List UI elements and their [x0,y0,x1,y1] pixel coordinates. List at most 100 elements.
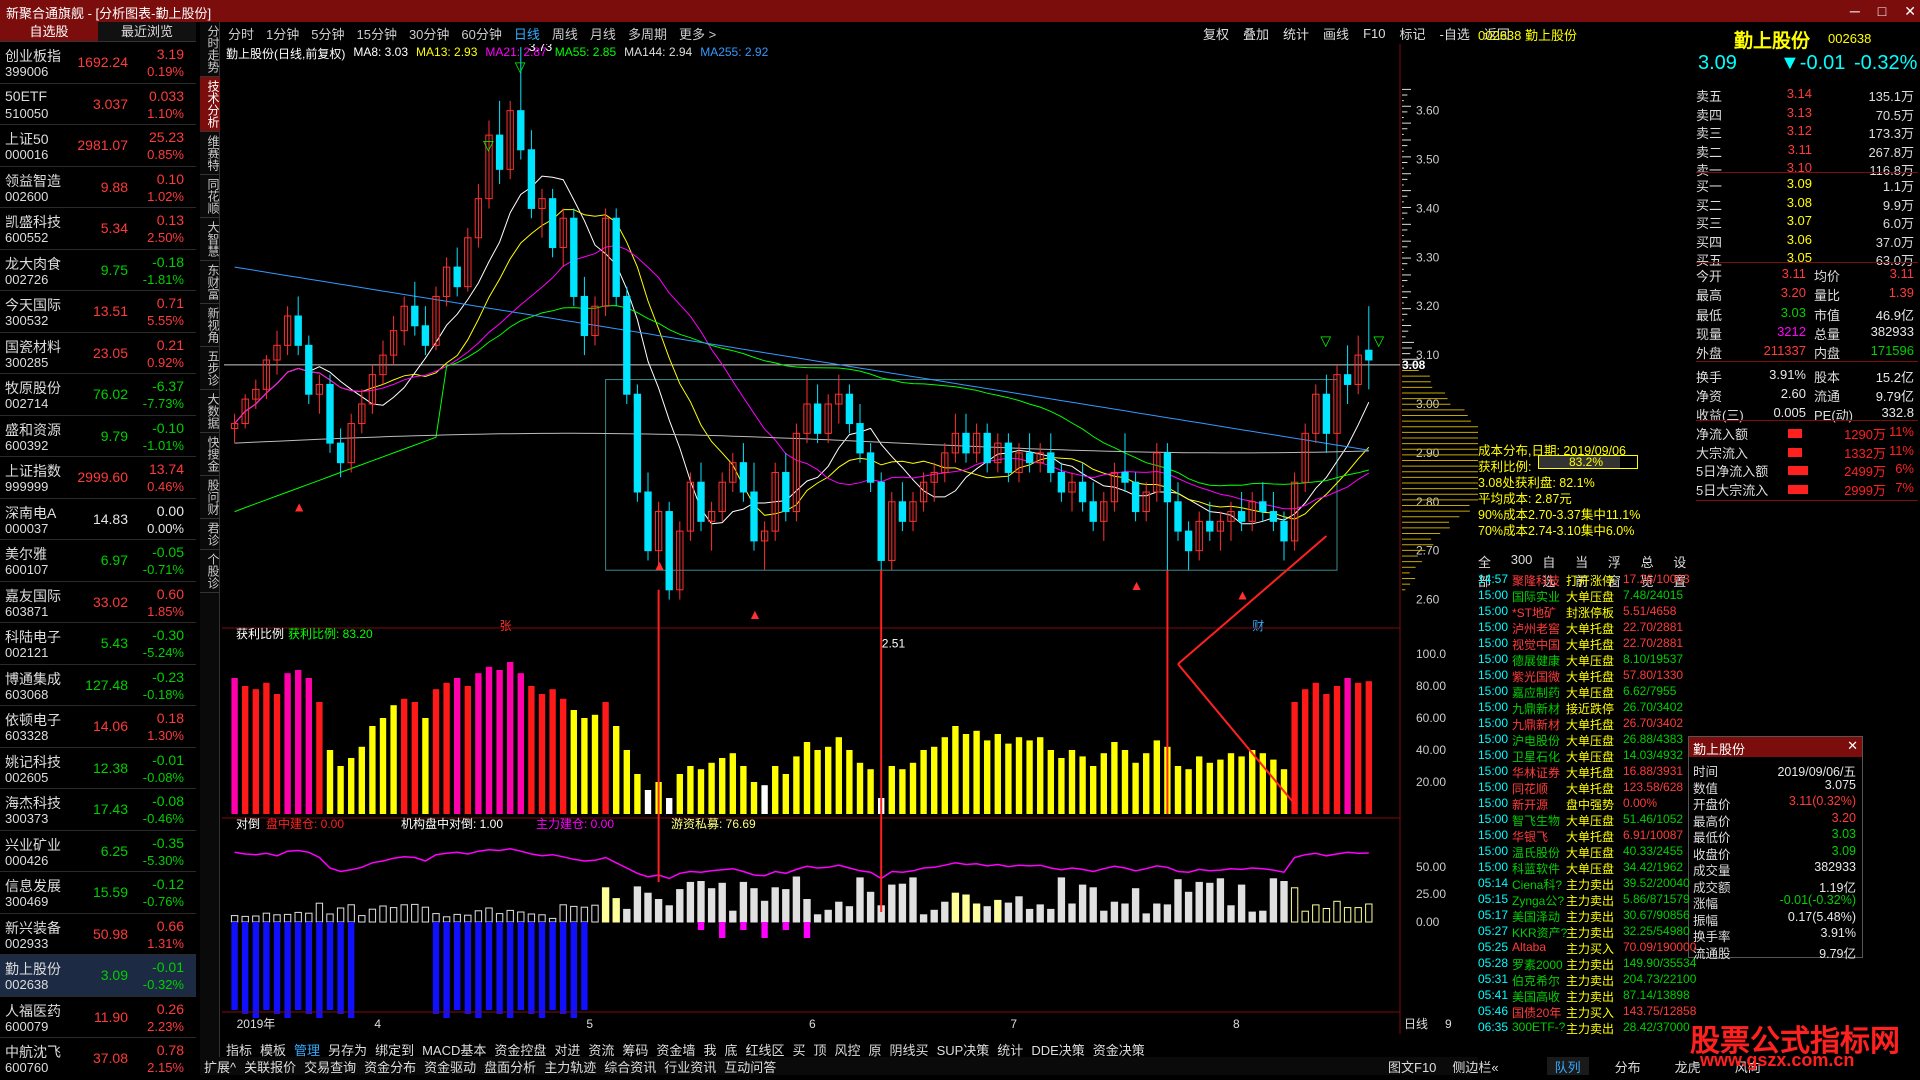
radar-row[interactable]: 15:00 华银飞 大单托盘 6.91/10087 [1478,828,1696,844]
indicator-button[interactable]: MACD基本 [418,1040,490,1058]
tool-button[interactable]: 画线 [1316,24,1356,43]
tool-button[interactable]: 标记 [1392,24,1432,43]
indicator-button[interactable]: 资金控盘 [490,1040,550,1058]
tool-button[interactable]: 复权 [1196,24,1236,43]
left-tab[interactable]: 个股诊 [200,550,220,593]
watchlist-row[interactable]: 新兴装备 002933 50.98 0.66 1.31% [0,914,196,955]
period-button[interactable]: 分时 [222,24,260,43]
watchlist-row[interactable]: 姚记科技 002605 12.38 -0.01 -0.08% [0,748,196,789]
indicator-button[interactable]: 另存为 [324,1040,371,1058]
radar-row[interactable]: 15:00 华林证券 大单托盘 16.88/3931 [1478,764,1696,780]
tool-button[interactable]: 统计 [1276,24,1316,43]
radar-row[interactable]: 05:27 KKR资产? 主力卖出 32.25/54980 [1478,924,1696,940]
left-tab[interactable]: 东财富 [200,261,220,304]
watchlist-row[interactable]: 人福医药 600079 11.90 0.26 2.23% [0,997,196,1038]
radar-tab[interactable]: 300 [1511,552,1533,570]
status-button[interactable]: 资金驱动 [420,1057,480,1075]
watchlist-row[interactable]: 依顿电子 603328 14.06 0.18 1.30% [0,706,196,748]
left-tab[interactable]: 快搜金 [200,433,220,476]
indicator-button[interactable]: 红线区 [741,1040,788,1058]
radar-row[interactable]: 05:15 Zynga公? 主力卖出 5.86/871579 [1478,892,1696,908]
indicator-button[interactable]: 阴线买 [886,1040,933,1058]
maximize-icon[interactable]: □ [1878,3,1886,19]
radar-row[interactable]: 15:00 卫星石化 大单压盘 14.03/4932 [1478,748,1696,764]
status-right-button[interactable]: 图文F10 [1380,1057,1444,1075]
left-tab[interactable]: 君诊 [200,519,220,550]
kline-chart[interactable]: 3.603.503.403.303.203.103.002.902.802.70… [222,44,1478,1040]
radar-row[interactable]: 15:00 九鼎新材 大单托盘 26.70/3402 [1478,716,1696,732]
period-button[interactable]: 30分钟 [403,24,455,43]
radar-row[interactable]: 15:00 温氏股份 大单压盘 40.33/2455 [1478,844,1696,860]
radar-row[interactable]: 15:00 新开源 盘中强势 0.00% [1478,796,1696,812]
period-button[interactable]: 日线 [508,24,546,43]
indicator-button[interactable]: 管理 [290,1040,324,1058]
radar-row[interactable]: 05:46 国债20年 主力买入 143.75/12858 [1478,1004,1696,1020]
status-button[interactable]: 盘面分析 [480,1057,540,1075]
watchlist-row[interactable]: 上证指数 999999 2999.60 13.74 0.46% [0,457,196,499]
watchlist-row[interactable]: 勤上股份 002638 3.09 -0.01 -0.32% [0,955,196,997]
indicator-button[interactable]: 底 [720,1040,741,1058]
radar-row[interactable]: 05:28 罗素2000 主力卖出 149.90/35534 [1478,956,1696,972]
radar-tab[interactable]: 自选 [1542,552,1565,589]
radar-row[interactable]: 15:00 德展健康 大单压盘 8.10/19537 [1478,652,1696,668]
left-tab[interactable]: 同花顺 [200,175,220,218]
status-button[interactable]: 扩展^ [200,1057,240,1075]
right-tab[interactable]: 分布 [1607,1057,1649,1075]
status-button[interactable]: 资金分布 [360,1057,420,1075]
watchlist-row[interactable]: 美尔雅 600107 6.97 -0.05 -0.71% [0,540,196,582]
indicator-button[interactable]: 资金决策 [1089,1040,1149,1058]
watchlist-row[interactable]: 国瓷材料 300285 23.05 0.21 0.92% [0,333,196,374]
period-button[interactable]: 1分钟 [260,24,305,43]
period-button[interactable]: 60分钟 [455,24,507,43]
radar-tab[interactable]: 全部 [1478,552,1501,589]
status-button[interactable]: 互动问答 [720,1057,780,1075]
minimize-icon[interactable]: ─ [1850,3,1860,19]
indicator-button[interactable]: 买 [788,1040,809,1058]
left-tab[interactable]: 技术分析 [200,77,220,132]
status-button[interactable]: 关联报价 [240,1057,300,1075]
radar-row[interactable]: 05:17 美国泽动 主力卖出 30.67/90856 [1478,908,1696,924]
radar-row[interactable]: 15:00 同花顺 大单托盘 123.58/628 [1478,780,1696,796]
radar-row[interactable]: 15:00 国际实业 大单压盘 7.48/24015 [1478,588,1696,604]
tab-watchlist[interactable]: 自选股 [0,22,98,41]
watchlist-row[interactable]: 龙大肉食 002726 9.75 -0.18 -1.81% [0,250,196,291]
watchlist-row[interactable]: 信息发展 300469 15.59 -0.12 -0.76% [0,872,196,914]
indicator-button[interactable]: 筹码 [618,1040,652,1058]
radar-row[interactable]: 06:35 300ETF-? 主力卖出 28.42/37000 [1478,1020,1696,1036]
left-tab[interactable]: 分时走势 [200,22,220,77]
radar-row[interactable]: 05:14 Ciena科? 主力卖出 39.52/20040 [1478,876,1696,892]
watchlist-row[interactable]: 领益智造 002600 9.88 0.10 1.02% [0,167,196,208]
radar-row[interactable]: 15:00 视觉中国 大单托盘 22.70/2881 [1478,636,1696,652]
radar-row[interactable]: 15:00 紫光国微 大单托盘 57.80/1330 [1478,668,1696,684]
left-tab[interactable]: 新视角 [200,304,220,347]
indicator-button[interactable]: 指标 [222,1040,256,1058]
status-right-button[interactable]: 侧边栏« [1444,1057,1506,1075]
tab-recent[interactable]: 最近浏览 [98,22,196,41]
indicator-button[interactable]: 资金墙 [652,1040,699,1058]
tool-button[interactable]: 叠加 [1236,24,1276,43]
watchlist-row[interactable]: 牧原股份 002714 76.02 -6.37 -7.73% [0,374,196,416]
left-tab[interactable]: 股问财 [200,476,220,519]
watchlist-row[interactable]: 中航沈飞 600760 37.08 0.78 2.15% [0,1038,196,1072]
indicator-button[interactable]: 顶 [810,1040,831,1058]
radar-row[interactable]: 14:57 聚隆科技 打开涨停 17.26/10003 [1478,572,1696,588]
status-button[interactable]: 主力轨迹 [540,1057,600,1075]
radar-row[interactable]: 05:25 Altaba 主力买入 70.09/190000 [1478,940,1696,956]
radar-row[interactable]: 15:00 嘉应制药 大单压盘 6.62/7955 [1478,684,1696,700]
watchlist-row[interactable]: 嘉友国际 603871 33.02 0.60 1.85% [0,582,196,623]
indicator-button[interactable]: 我 [699,1040,720,1058]
radar-tab[interactable]: 当前 [1575,552,1598,589]
radar-row[interactable]: 05:31 伯克希尔 主力卖出 204.73/22100 [1478,972,1696,988]
watchlist-row[interactable]: 创业板指 399006 1692.24 3.19 0.19% [0,42,196,84]
left-tab[interactable]: 大数据 [200,390,220,433]
period-button[interactable]: 多周期 [622,24,673,43]
watchlist-row[interactable]: 兴业矿业 000426 6.25 -0.35 -5.30% [0,831,196,872]
watchlist-row[interactable]: 凯盛科技 600552 5.34 0.13 2.50% [0,208,196,250]
status-button[interactable]: 综合资讯 [600,1057,660,1075]
indicator-button[interactable]: 绑定到 [371,1040,418,1058]
radar-tab[interactable]: 浮窗 [1608,552,1631,589]
period-button[interactable]: 5分钟 [305,24,350,43]
popup-close-icon[interactable]: ✕ [1847,738,1858,754]
radar-row[interactable]: 15:00 泸州老窖 大单托盘 22.70/2881 [1478,620,1696,636]
indicator-button[interactable]: 模板 [256,1040,290,1058]
